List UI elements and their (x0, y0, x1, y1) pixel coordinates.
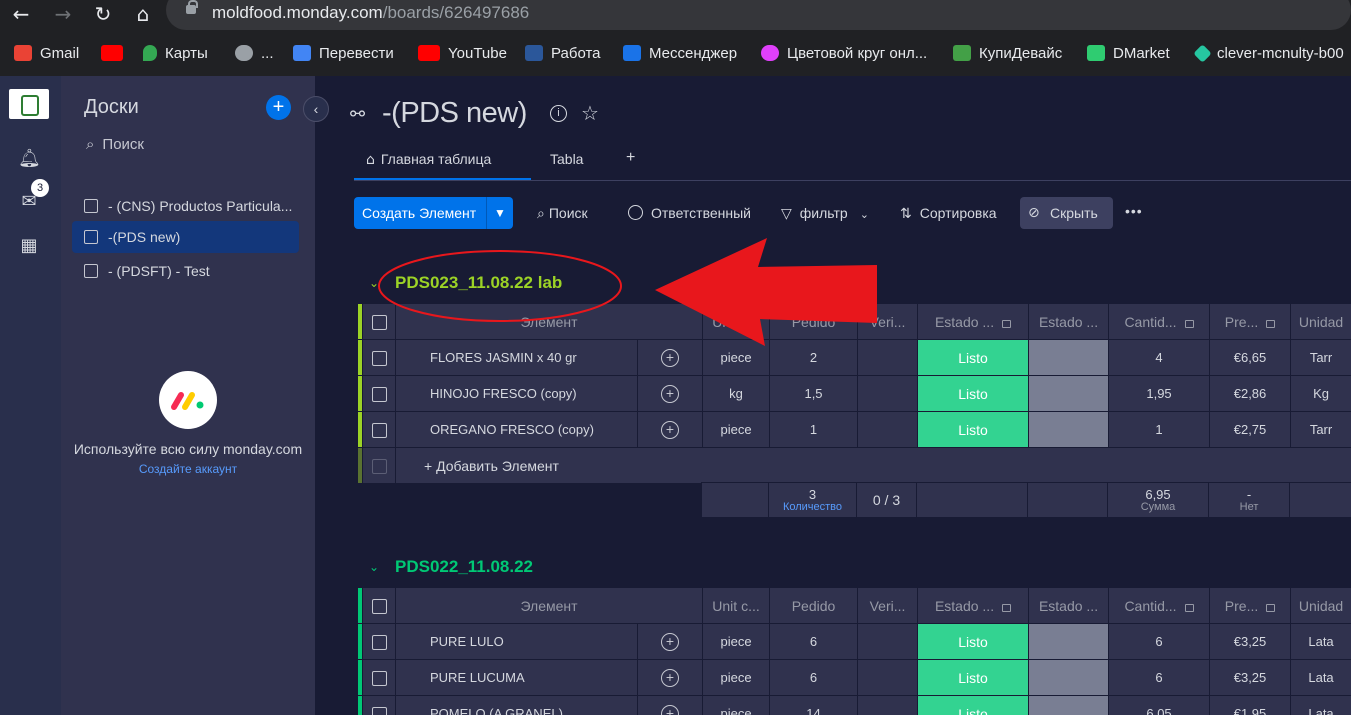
annotation-overlay (378, 238, 877, 346)
annotation-ellipse (378, 250, 622, 322)
collapse-sidebar-button[interactable]: ‹ (303, 96, 329, 122)
annotation-arrow (655, 238, 877, 346)
